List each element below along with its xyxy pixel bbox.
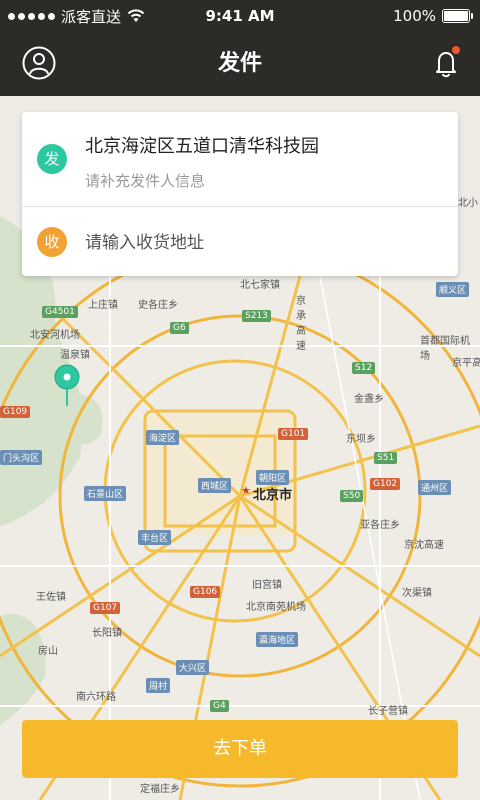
map-road-tag: G107 (90, 602, 121, 614)
place-order-button[interactable]: 去下单 (22, 720, 458, 778)
location-pin-icon[interactable] (52, 362, 82, 408)
map-label: 长子营镇 (368, 706, 408, 717)
map-label: 旧宫镇 (252, 580, 282, 591)
map-road-tag: G4 (210, 700, 229, 712)
nav-bar: 发件 (0, 32, 480, 96)
map-road-tag: G106 (190, 586, 221, 598)
receiver-row[interactable]: 收 请输入收货地址 (22, 207, 458, 276)
map-label: 次渠镇 (402, 588, 432, 599)
map-road-tag: S12 (352, 362, 376, 374)
notifications-button[interactable] (430, 46, 462, 80)
map-district-tag: 朝阳区 (256, 470, 290, 485)
status-right: 100% (393, 0, 473, 32)
map-district-tag: 石景山区 (84, 486, 127, 501)
map-district-tag: 海淀区 (146, 430, 180, 445)
battery-percentage: 100% (393, 7, 436, 25)
map-district-tag: 大兴区 (176, 660, 210, 675)
map-label: 北京南苑机场 (246, 602, 306, 613)
map-label: 长阳镇 (92, 628, 122, 639)
page-title: 发件 (217, 51, 262, 76)
map-label: 金盏乡 (354, 394, 384, 405)
map-label: 京沈高速 (404, 540, 444, 551)
map-district-tag: 西城区 (198, 478, 232, 493)
notification-dot (452, 46, 460, 54)
map-label: 京平高 (452, 358, 480, 369)
address-card: 发 北京海淀区五道口清华科技园 请补充发件人信息 收 请输入收货地址 (22, 112, 458, 276)
receiver-badge: 收 (37, 227, 67, 257)
map-label: 北小 (458, 198, 478, 209)
map-label: 京承高速 (296, 296, 306, 352)
map-label: 房山 (38, 646, 58, 657)
map-road-tag: S51 (374, 452, 398, 464)
map-label-city: 北京市 (253, 488, 293, 503)
sender-address: 北京海淀区五道口清华科技园 (85, 136, 319, 157)
map-road-tag: S213 (242, 310, 271, 322)
map-label: 南六环路 (76, 692, 116, 703)
map-district-tag: 门头沟区 (0, 450, 43, 465)
map-road-tag: S50 (340, 490, 364, 502)
map-label: 史各庄乡 (138, 300, 178, 311)
svg-text:★: ★ (241, 484, 251, 497)
sender-info-hint: 请补充发件人信息 (85, 172, 206, 190)
status-bar: 派客直送 9:41 AM 100% (0, 0, 480, 32)
map-district-tag: 周村 (146, 678, 171, 693)
map-label: 王佐镇 (36, 592, 66, 603)
map-label: 东坝乡 (346, 434, 376, 445)
map-district-tag: 丰台区 (138, 530, 172, 545)
map-road-tag: G6 (170, 322, 189, 334)
map-label: 亚各庄乡 (360, 520, 400, 531)
map-district-tag: 瀛海地区 (256, 632, 299, 647)
map-label: 温泉镇 (60, 350, 90, 361)
map-label: 北安河机场 (30, 330, 80, 341)
map-road-tag: G4501 (42, 306, 78, 318)
receiver-address-input[interactable]: 请输入收货地址 (85, 228, 204, 253)
map-label: 定福庄乡 (140, 784, 180, 795)
map-district-tag: 通州区 (418, 480, 452, 495)
sender-badge: 发 (37, 144, 67, 174)
map-road-tag: G109 (0, 406, 31, 418)
map-label: 上庄镇 (88, 300, 118, 311)
sender-row[interactable]: 发 北京海淀区五道口清华科技园 请补充发件人信息 (22, 112, 458, 206)
map-label: 北七家镇 (240, 280, 280, 291)
map-district-tag: 顺义区 (436, 282, 470, 297)
map-road-tag: G102 (370, 478, 401, 490)
battery-icon (442, 9, 473, 23)
map-road-tag: G101 (278, 428, 309, 440)
